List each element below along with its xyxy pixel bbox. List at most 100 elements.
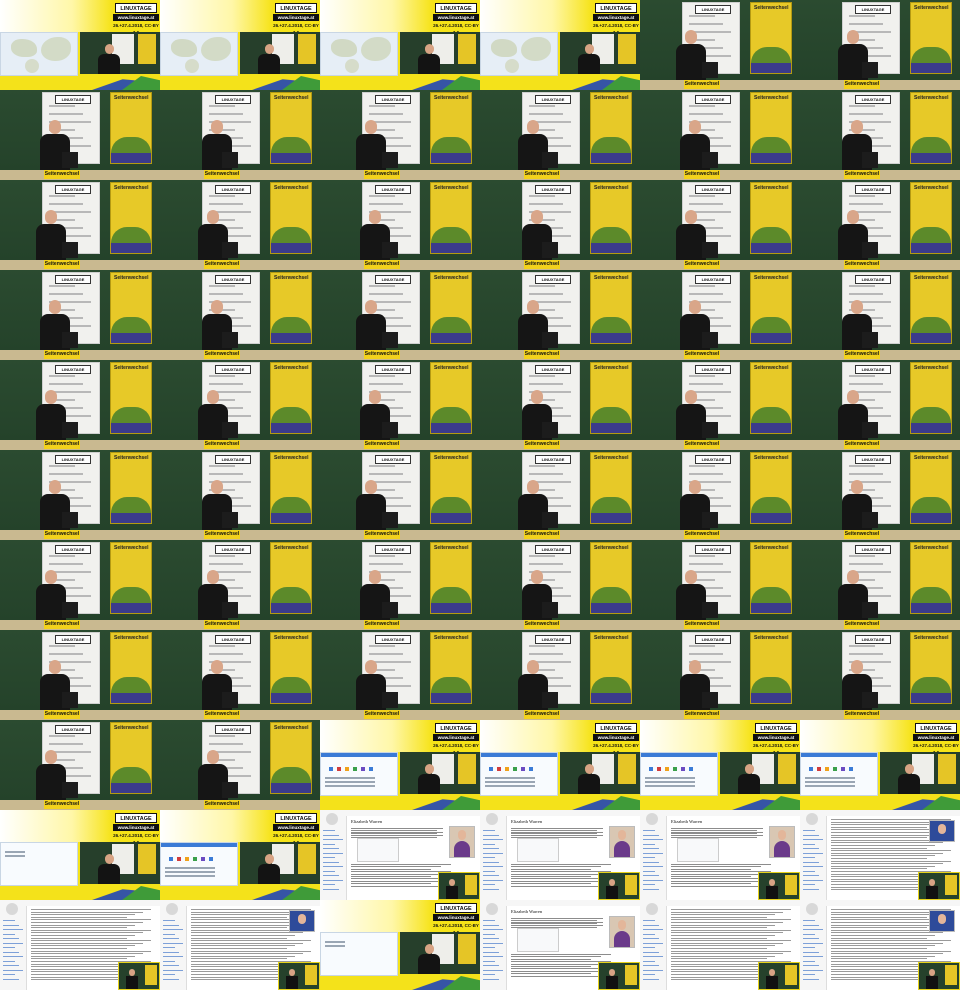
video-frame-thumbnail[interactable] — [0, 900, 160, 990]
video-frame-thumbnail[interactable] — [640, 900, 800, 990]
sponsor-logo-row — [209, 563, 243, 565]
video-frame-thumbnail[interactable]: LINUXTAGE www.linuxtage.at 26.+27.4.2018, … — [320, 720, 480, 810]
video-frame-thumbnail[interactable]: LINUXTAGE www.linuxtage.at 26.+27.4.2018, … — [320, 0, 480, 90]
video-frame-thumbnail[interactable]: LINUXTAGE Seitenwechsel Seitenwechsel — [0, 270, 160, 360]
video-frame-thumbnail[interactable]: LINUXTAGE www.linuxtage.at 26.+27.4.2018, … — [160, 810, 320, 900]
seitenwechsel-sign: Seitenwechsel — [204, 350, 240, 359]
video-frame-thumbnail[interactable]: Elizabeth Warren — [480, 810, 640, 900]
video-frame-thumbnail[interactable]: LINUXTAGE Seitenwechsel Seitenwechsel — [320, 270, 480, 360]
video-frame-thumbnail[interactable]: LINUXTAGE www.linuxtage.at 26.+27.4.2018, … — [640, 720, 800, 810]
video-frame-thumbnail[interactable]: LINUXTAGE Seitenwechsel Seitenwechsel — [0, 360, 160, 450]
video-frame-thumbnail[interactable]: LINUXTAGE www.linuxtage.at 26.+27.4.2018, … — [480, 0, 640, 90]
video-frame-thumbnail[interactable]: LINUXTAGE Seitenwechsel Seitenwechsel — [160, 270, 320, 360]
video-frame-thumbnail[interactable]: LINUXTAGE Seitenwechsel Seitenwechsel — [800, 180, 960, 270]
video-frame-thumbnail[interactable]: LINUXTAGE Seitenwechsel Seitenwechsel — [640, 360, 800, 450]
video-frame-thumbnail[interactable]: LINUXTAGE Seitenwechsel Seitenwechsel — [320, 180, 480, 270]
linuxtage-logo: LINUXTAGE — [55, 185, 91, 194]
video-frame-thumbnail[interactable] — [160, 900, 320, 990]
video-frame-thumbnail[interactable] — [800, 810, 960, 900]
video-frame-thumbnail[interactable]: LINUXTAGE Seitenwechsel Seitenwechsel — [480, 450, 640, 540]
video-frame-thumbnail[interactable]: LINUXTAGE Seitenwechsel Seitenwechsel — [320, 540, 480, 630]
video-frame-thumbnail[interactable]: LINUXTAGE www.linuxtage.at 26.+27.4.2018, … — [320, 900, 480, 990]
video-frame-thumbnail[interactable]: LINUXTAGE Seitenwechsel Seitenwechsel — [480, 180, 640, 270]
event-rollup-banner: Seitenwechsel — [270, 362, 312, 434]
video-frame-thumbnail[interactable]: LINUXTAGE Seitenwechsel Seitenwechsel — [160, 450, 320, 540]
video-frame-thumbnail[interactable]: Elizabeth Warren — [480, 900, 640, 990]
video-frame-thumbnail[interactable]: LINUXTAGE Seitenwechsel Seitenwechsel — [800, 270, 960, 360]
video-frame-thumbnail[interactable]: LINUXTAGE Seitenwechsel Seitenwechsel — [480, 270, 640, 360]
video-frame-thumbnail[interactable]: LINUXTAGE Seitenwechsel Seitenwechsel — [640, 630, 800, 720]
lectern — [222, 332, 238, 348]
lighthouse-hill-graphic — [111, 407, 151, 423]
speaker-head — [369, 210, 381, 224]
paragraph-line — [191, 937, 287, 939]
portrait-figure — [774, 841, 790, 857]
video-frame-thumbnail[interactable]: LINUXTAGE Seitenwechsel Seitenwechsel — [640, 180, 800, 270]
video-frame-thumbnail[interactable]: LINUXTAGE Seitenwechsel Seitenwechsel — [640, 270, 800, 360]
video-frame-thumbnail[interactable]: LINUXTAGE Seitenwechsel Seitenwechsel — [480, 90, 640, 180]
video-frame-thumbnail[interactable]: LINUXTAGE Seitenwechsel Seitenwechsel — [0, 180, 160, 270]
lighthouse-hill-graphic — [431, 407, 471, 423]
video-frame-thumbnail[interactable]: LINUXTAGE Seitenwechsel Seitenwechsel — [320, 630, 480, 720]
video-frame-thumbnail[interactable]: LINUXTAGE Seitenwechsel Seitenwechsel — [640, 540, 800, 630]
video-frame-thumbnail[interactable]: LINUXTAGE Seitenwechsel Seitenwechsel — [320, 450, 480, 540]
lectern — [382, 602, 398, 618]
sponsor-logo-row — [369, 465, 395, 467]
speaker-camera-inset — [918, 872, 960, 900]
video-frame-thumbnail[interactable]: LINUXTAGE Seitenwechsel Seitenwechsel — [0, 90, 160, 180]
linuxtage-logo: LINUXTAGE — [55, 725, 91, 734]
seitenwechsel-heading: Seitenwechsel — [594, 185, 629, 191]
speaker-head — [685, 30, 697, 44]
video-frame-thumbnail[interactable]: LINUXTAGE Seitenwechsel Seitenwechsel — [160, 720, 320, 810]
event-dates-license: 26.+27.4.2018, CC-BY 3.0 — [273, 833, 319, 845]
video-frame-thumbnail[interactable]: LINUXTAGE Seitenwechsel Seitenwechsel — [160, 540, 320, 630]
video-frame-thumbnail[interactable]: LINUXTAGE Seitenwechsel Seitenwechsel — [800, 540, 960, 630]
video-frame-thumbnail[interactable]: LINUXTAGE Seitenwechsel Seitenwechsel — [0, 450, 160, 540]
video-frame-thumbnail[interactable]: LINUXTAGE www.linuxtage.at 26.+27.4.2018, … — [0, 810, 160, 900]
sidebar-link — [803, 852, 823, 854]
video-frame-thumbnail[interactable]: LINUXTAGE Seitenwechsel Seitenwechsel — [800, 90, 960, 180]
video-frame-thumbnail[interactable]: LINUXTAGE Seitenwechsel Seitenwechsel — [160, 90, 320, 180]
video-frame-thumbnail[interactable]: LINUXTAGE Seitenwechsel Seitenwechsel — [160, 360, 320, 450]
linuxtage-logo: LINUXTAGE — [215, 275, 251, 284]
video-frame-thumbnail[interactable]: LINUXTAGE Seitenwechsel Seitenwechsel — [800, 630, 960, 720]
video-frame-thumbnail[interactable]: LINUXTAGE Seitenwechsel Seitenwechsel — [160, 630, 320, 720]
video-frame-thumbnail[interactable]: LINUXTAGE www.linuxtage.at 26.+27.4.2018, … — [800, 720, 960, 810]
video-frame-thumbnail[interactable]: LINUXTAGE Seitenwechsel Seitenwechsel — [160, 180, 320, 270]
video-frame-thumbnail[interactable]: LINUXTAGE www.linuxtage.at 26.+27.4.2018, … — [160, 0, 320, 90]
video-frame-thumbnail[interactable]: LINUXTAGE Seitenwechsel Seitenwechsel — [480, 630, 640, 720]
video-frame-thumbnail[interactable]: Elizabeth Warren — [320, 810, 480, 900]
video-frame-thumbnail[interactable]: LINUXTAGE Seitenwechsel Seitenwechsel — [0, 540, 160, 630]
video-frame-thumbnail[interactable]: LINUXTAGE Seitenwechsel Seitenwechsel — [0, 630, 160, 720]
video-frame-thumbnail[interactable]: Elizabeth Warren — [640, 810, 800, 900]
video-frame-thumbnail[interactable]: LINUXTAGE Seitenwechsel Seitenwechsel — [480, 360, 640, 450]
shared-screen — [160, 32, 238, 76]
video-frame-thumbnail[interactable]: LINUXTAGE Seitenwechsel Seitenwechsel — [640, 0, 800, 90]
video-frame-thumbnail[interactable]: LINUXTAGE Seitenwechsel Seitenwechsel — [320, 90, 480, 180]
sidebar-link — [483, 974, 495, 975]
event-rollup-banner — [298, 34, 316, 64]
video-frame-thumbnail[interactable]: LINUXTAGE Seitenwechsel Seitenwechsel — [480, 540, 640, 630]
video-frame-thumbnail[interactable]: LINUXTAGE www.linuxtage.at 26.+27.4.2018, … — [0, 0, 160, 90]
sidebar-link — [323, 839, 343, 840]
video-frame-thumbnail[interactable]: LINUXTAGE Seitenwechsel Seitenwechsel — [640, 90, 800, 180]
video-frame-thumbnail[interactable]: LINUXTAGE Seitenwechsel Seitenwechsel — [0, 720, 160, 810]
paragraph-line — [671, 929, 791, 931]
seitenwechsel-sign: Seitenwechsel — [684, 170, 720, 179]
video-frame-thumbnail[interactable]: LINUXTAGE Seitenwechsel Seitenwechsel — [800, 360, 960, 450]
video-frame-thumbnail[interactable]: LINUXTAGE www.linuxtage.at 26.+27.4.2018, … — [480, 720, 640, 810]
video-frame-thumbnail[interactable] — [800, 900, 960, 990]
paragraph-line — [511, 961, 611, 963]
video-frame-thumbnail[interactable]: LINUXTAGE Seitenwechsel Seitenwechsel — [800, 0, 960, 90]
paragraph-line — [511, 958, 591, 960]
video-frame-thumbnail[interactable]: LINUXTAGE Seitenwechsel Seitenwechsel — [320, 360, 480, 450]
linuxtage-logo: LINUXTAGE — [215, 725, 251, 734]
sidebar-link — [483, 969, 503, 971]
video-frame-thumbnail[interactable]: LINUXTAGE Seitenwechsel Seitenwechsel — [800, 450, 960, 540]
stage-floor — [800, 170, 960, 180]
seitenwechsel-sign: Seitenwechsel — [684, 530, 720, 539]
video-frame-thumbnail[interactable]: LINUXTAGE Seitenwechsel Seitenwechsel — [640, 450, 800, 540]
event-rollup-banner: Seitenwechsel — [270, 722, 312, 794]
lectern — [542, 152, 558, 168]
table-of-contents — [517, 838, 559, 862]
